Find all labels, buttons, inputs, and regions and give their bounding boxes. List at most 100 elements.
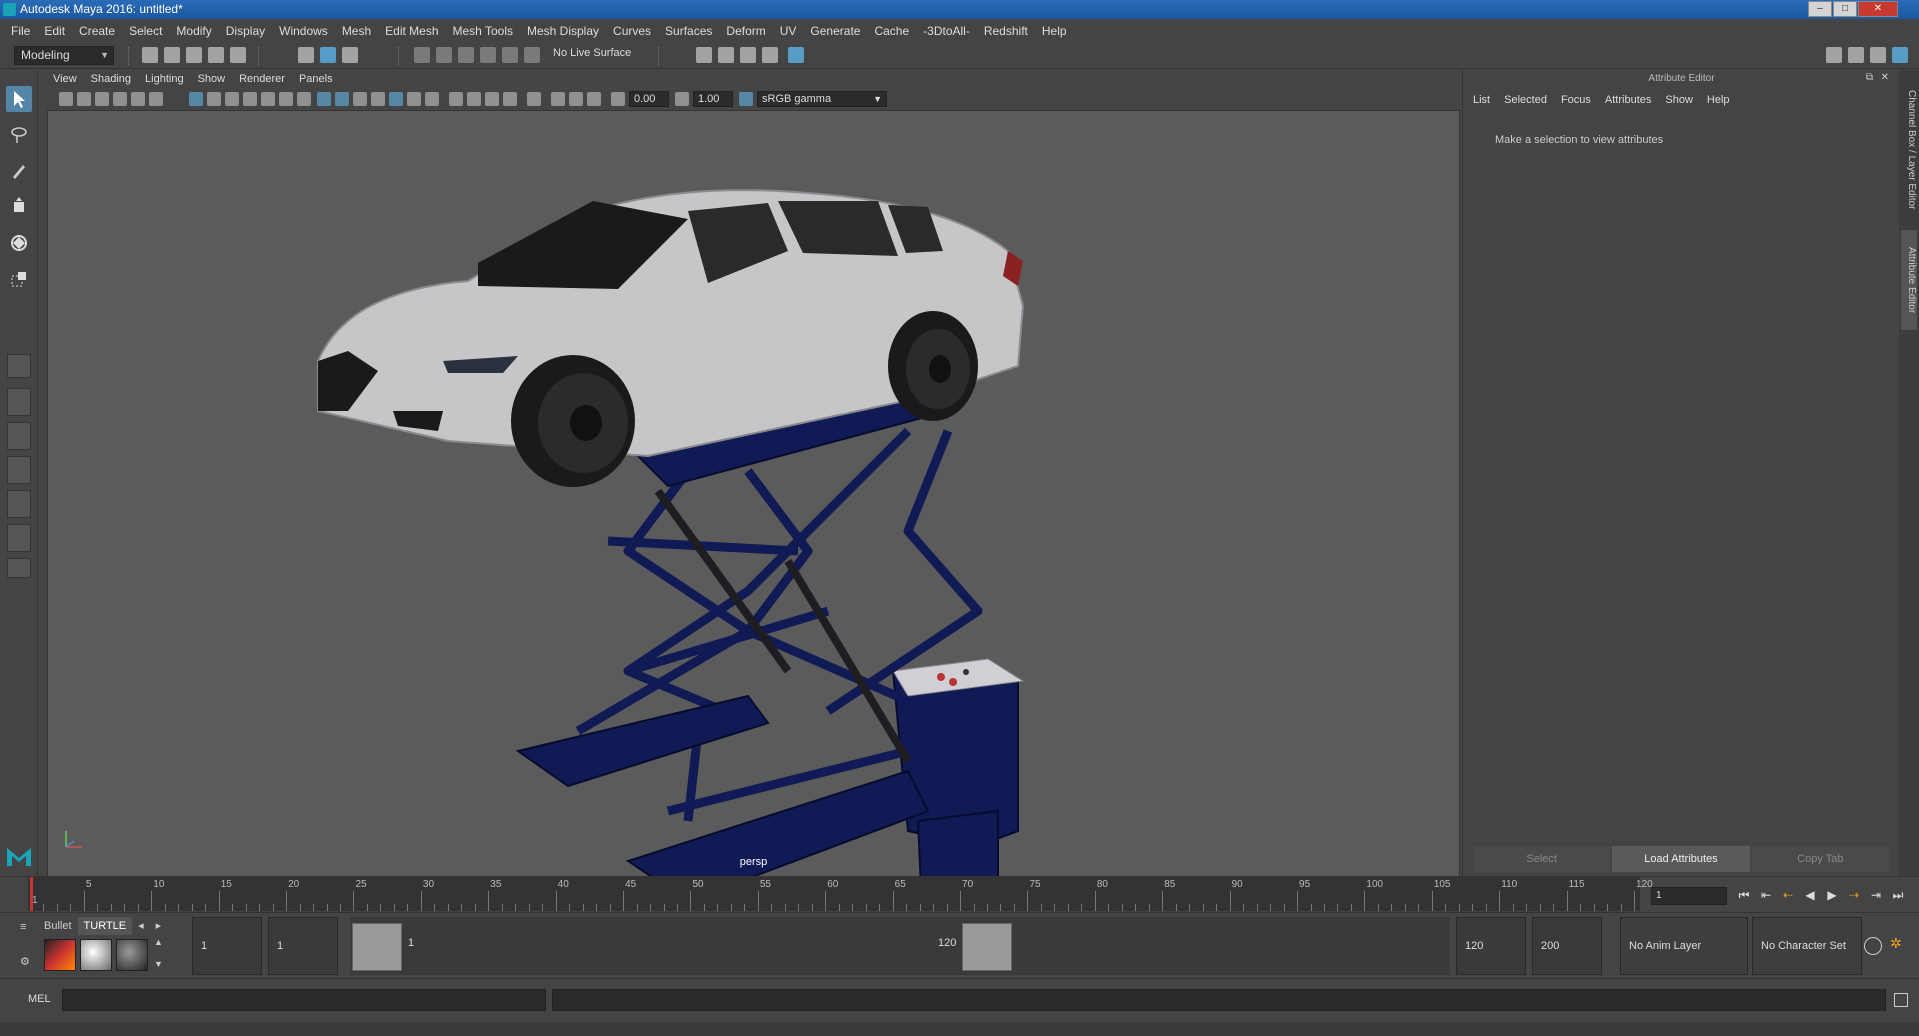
viewport-menu-shading[interactable]: Shading <box>91 73 131 85</box>
select-by-object-icon[interactable] <box>320 47 336 63</box>
anim-layer-dropdown[interactable]: No Anim Layer <box>1620 917 1748 975</box>
menu-select[interactable]: Select <box>122 24 169 38</box>
use-default-material-icon[interactable] <box>353 92 367 106</box>
menu-generate[interactable]: Generate <box>803 24 867 38</box>
viewport-menu-panels[interactable]: Panels <box>299 73 333 85</box>
shelf-up-icon[interactable]: ▲ <box>154 937 163 947</box>
animation-start-field[interactable]: 1 <box>192 917 262 975</box>
outliner-persp-layout-button[interactable] <box>7 456 31 484</box>
stacked-layout-button[interactable] <box>7 490 31 518</box>
safe-title-icon[interactable] <box>297 92 311 106</box>
render-current-frame-icon[interactable] <box>718 47 734 63</box>
menu-curves[interactable]: Curves <box>606 24 658 38</box>
ae-menu-focus[interactable]: Focus <box>1561 94 1591 106</box>
menu-edit[interactable]: Edit <box>37 24 72 38</box>
2d-pan-zoom-icon[interactable] <box>131 92 145 106</box>
select-button[interactable]: Select <box>1473 846 1611 872</box>
viewport-menu-renderer[interactable]: Renderer <box>239 73 285 85</box>
snap-live-icon[interactable] <box>502 47 518 63</box>
tab-attribute-editor[interactable]: Attribute Editor <box>1901 230 1917 330</box>
menu-redshift[interactable]: Redshift <box>977 24 1035 38</box>
close-icon[interactable]: ✕ <box>1881 72 1889 83</box>
use-all-lights-icon[interactable] <box>407 92 421 106</box>
range-end-handle[interactable] <box>962 923 1012 971</box>
menu-create[interactable]: Create <box>72 24 122 38</box>
ambient-occlusion-icon[interactable] <box>449 92 463 106</box>
menu-help[interactable]: Help <box>1035 24 1074 38</box>
current-frame-field[interactable]: 1 <box>1651 887 1727 905</box>
open-scene-icon[interactable] <box>164 47 180 63</box>
depth-of-field-icon[interactable] <box>503 92 517 106</box>
live-surface-label[interactable]: No Live Surface <box>553 47 631 59</box>
shelf-tab-turtle[interactable]: TURTLE <box>77 917 133 935</box>
range-slider-track[interactable]: 1 120 <box>350 917 1450 975</box>
snap-grid-icon[interactable] <box>414 47 430 63</box>
menu-uv[interactable]: UV <box>773 24 804 38</box>
step-forward-frame-icon[interactable]: ⇢ <box>1846 887 1862 903</box>
multisample-icon[interactable] <box>485 92 499 106</box>
resolution-gate-icon[interactable] <box>225 92 239 106</box>
float-panel-icon[interactable]: ⧉ <box>1866 72 1873 83</box>
lasso-tool-button[interactable] <box>6 122 32 148</box>
mel-input[interactable] <box>62 989 546 1011</box>
viewport-menu-view[interactable]: View <box>53 73 77 85</box>
ae-menu-show[interactable]: Show <box>1665 94 1693 106</box>
snap-point-icon[interactable] <box>458 47 474 63</box>
workspace-icon[interactable] <box>1826 47 1842 63</box>
outliner-icon[interactable] <box>1870 47 1886 63</box>
history-icon[interactable] <box>524 47 540 63</box>
gamma-icon[interactable] <box>675 92 689 106</box>
step-back-key-icon[interactable]: ⇤ <box>1758 887 1774 903</box>
select-by-hierarchy-icon[interactable] <box>298 47 314 63</box>
xray-icon[interactable] <box>551 92 565 106</box>
ae-menu-help[interactable]: Help <box>1707 94 1730 106</box>
turtle-render-icon[interactable] <box>80 939 112 971</box>
menu-icon[interactable]: ≡ <box>20 921 32 933</box>
copy-tab-button[interactable]: Copy Tab <box>1751 846 1889 872</box>
script-editor-icon[interactable] <box>1894 993 1908 1007</box>
step-back-frame-icon[interactable]: ⇠ <box>1780 887 1796 903</box>
ae-menu-attributes[interactable]: Attributes <box>1605 94 1651 106</box>
rotate-tool-button[interactable] <box>6 230 32 256</box>
tab-channel-box[interactable]: Channel Box / Layer Editor <box>1901 80 1917 220</box>
exposure-field[interactable]: 0.00 <box>629 91 669 107</box>
menu-mesh-tools[interactable]: Mesh Tools <box>446 24 520 38</box>
toggle-layout-icon[interactable] <box>1848 47 1864 63</box>
xray-joints-icon[interactable] <box>569 92 583 106</box>
turtle-sphere-icon[interactable] <box>116 939 148 971</box>
wireframe-on-shaded-icon[interactable] <box>371 92 385 106</box>
new-scene-icon[interactable] <box>142 47 158 63</box>
camera-attributes-icon[interactable] <box>77 92 91 106</box>
shelf-scroll-left-icon[interactable]: ◂ <box>132 917 150 935</box>
character-set-dropdown[interactable]: No Character Set <box>1752 917 1862 975</box>
graph-layout-button[interactable] <box>7 524 31 552</box>
bookmark-icon[interactable] <box>95 92 109 106</box>
animation-preferences-icon[interactable]: ✲ <box>1890 935 1902 952</box>
menu-surfaces[interactable]: Surfaces <box>658 24 719 38</box>
shelf-scroll-right-icon[interactable]: ▸ <box>150 917 168 935</box>
save-scene-icon[interactable] <box>186 47 202 63</box>
menu-cache[interactable]: Cache <box>867 24 916 38</box>
textured-icon[interactable] <box>389 92 403 106</box>
layout-more-button[interactable] <box>7 558 31 578</box>
field-chart-icon[interactable] <box>261 92 275 106</box>
shelf-down-icon[interactable]: ▼ <box>154 959 163 969</box>
motion-blur-icon[interactable] <box>467 92 481 106</box>
gear-icon[interactable]: ⚙ <box>20 955 32 968</box>
animation-end-field[interactable]: 200 <box>1532 917 1602 975</box>
shadows-icon[interactable] <box>425 92 439 106</box>
grease-pencil-icon[interactable] <box>149 92 163 106</box>
close-button[interactable]: ✕ <box>1858 1 1898 17</box>
hypershade-icon[interactable] <box>788 47 804 63</box>
go-to-start-icon[interactable]: ⏮ <box>1736 887 1752 903</box>
menu-edit-mesh[interactable]: Edit Mesh <box>378 24 445 38</box>
mode-selector[interactable]: Modeling ▼ <box>14 46 114 65</box>
load-attributes-button[interactable]: Load Attributes <box>1612 846 1750 872</box>
select-by-component-icon[interactable] <box>342 47 358 63</box>
smooth-shade-icon[interactable] <box>335 92 349 106</box>
step-forward-key-icon[interactable]: ⇥ <box>1868 887 1884 903</box>
play-forward-icon[interactable]: ▶ <box>1824 887 1840 903</box>
shelf-tab-bullet[interactable]: Bullet <box>38 917 78 935</box>
snap-curve-icon[interactable] <box>436 47 452 63</box>
film-gate-icon[interactable] <box>207 92 221 106</box>
